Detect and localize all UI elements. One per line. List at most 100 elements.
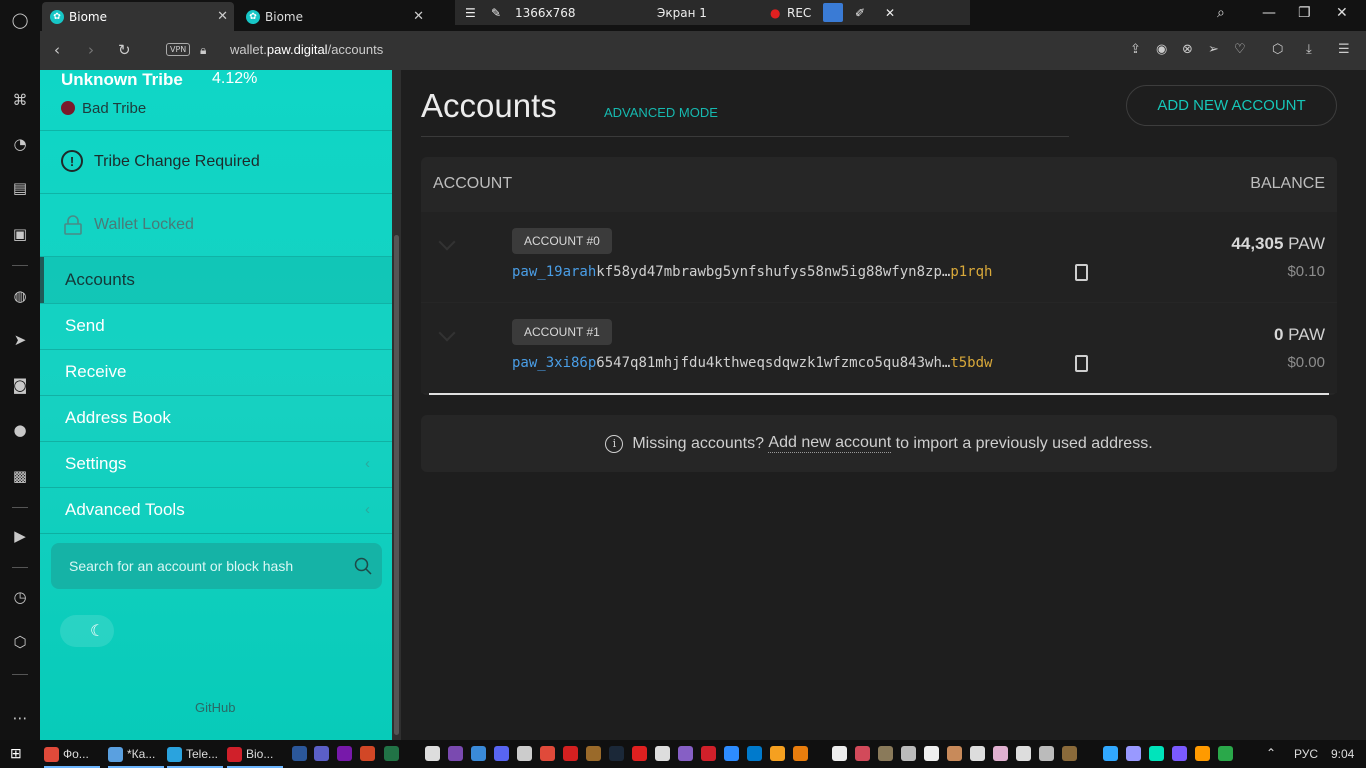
sidebar-item-accounts[interactable]: Accounts xyxy=(40,257,392,303)
after-effects-icon[interactable] xyxy=(1126,746,1141,761)
discord-icon[interactable]: ▩ xyxy=(10,466,30,486)
sidebar-item-address-book[interactable]: Address Book xyxy=(40,395,392,441)
copy-icon[interactable] xyxy=(1075,264,1088,281)
app-icon[interactable] xyxy=(878,746,893,761)
taskbar-app[interactable]: Bio... xyxy=(227,744,283,768)
close-tab-icon[interactable]: ✕ xyxy=(413,9,424,24)
advanced-mode-link[interactable]: ADVANCED MODE xyxy=(604,105,718,120)
app-icon[interactable] xyxy=(924,746,939,761)
copy-icon[interactable] xyxy=(1075,355,1088,372)
player-icon[interactable]: ▶ xyxy=(10,526,30,546)
taskbar-app[interactable]: Фо... xyxy=(44,744,100,768)
blender-icon[interactable] xyxy=(793,746,808,761)
theme-toggle[interactable]: ☾ xyxy=(60,615,114,647)
sidebar-item-advanced-tools[interactable]: Advanced Tools ‹ xyxy=(40,487,392,533)
workspace-icon[interactable]: ▤ xyxy=(10,178,30,198)
app-icon[interactable] xyxy=(517,746,532,761)
app-icon[interactable] xyxy=(1218,746,1233,761)
settings-sliders-icon[interactable]: ☰ xyxy=(1338,42,1350,57)
menu-icon[interactable]: ☰ xyxy=(465,6,476,20)
powerpoint-icon[interactable] xyxy=(360,746,375,761)
close-icon[interactable]: ✕ xyxy=(885,6,895,20)
pen-icon[interactable]: ✐ xyxy=(855,6,865,20)
tab-biome-1[interactable]: ✿ Biome ✕ xyxy=(42,2,234,31)
search-tabs-icon[interactable]: ⌕ xyxy=(1217,5,1225,21)
discord-icon[interactable] xyxy=(494,746,509,761)
taskbar-app[interactable]: Tele... xyxy=(167,744,223,768)
taskbar-app[interactable]: *Ка... xyxy=(108,744,164,768)
photoshop-icon[interactable] xyxy=(1103,746,1118,761)
pin-icon[interactable]: ✎ xyxy=(491,6,501,20)
app-icon[interactable] xyxy=(1062,746,1077,761)
app-icon[interactable] xyxy=(655,746,670,761)
tab-biome-2[interactable]: ✿ Biome ✕ xyxy=(238,2,430,31)
media-encoder-icon[interactable] xyxy=(1172,746,1187,761)
app-icon[interactable] xyxy=(632,746,647,761)
app-icon[interactable] xyxy=(993,746,1008,761)
sidebar-item-receive[interactable]: Receive xyxy=(40,349,392,395)
app-icon[interactable] xyxy=(901,746,916,761)
twitter-icon[interactable]: ● xyxy=(10,420,30,440)
opera-icon[interactable] xyxy=(701,746,716,761)
close-window-icon[interactable]: ✕ xyxy=(1336,5,1348,21)
app-icon[interactable] xyxy=(425,746,440,761)
recorder-rec-label[interactable]: REC xyxy=(787,6,811,20)
app-icon[interactable] xyxy=(1039,746,1054,761)
onenote-icon[interactable] xyxy=(337,746,352,761)
account-address[interactable]: paw_3xi86p6547q81mhjfdu4kthweqsdqwzk1wfz… xyxy=(512,355,992,371)
account-address[interactable]: paw_19arahkf58yd47mbrawbg5ynfshufys58nw5… xyxy=(512,264,992,280)
sidebar-item-settings[interactable]: Settings ‹ xyxy=(40,441,392,487)
zoom-icon[interactable] xyxy=(724,746,739,761)
language-indicator[interactable]: РУС xyxy=(1294,747,1318,761)
share-icon[interactable]: ⇪ xyxy=(1130,42,1141,57)
app-icon[interactable] xyxy=(586,746,601,761)
audition-icon[interactable] xyxy=(1149,746,1164,761)
search-input[interactable] xyxy=(51,543,341,589)
vpn-badge[interactable]: VPN xyxy=(166,43,191,56)
search-icon[interactable] xyxy=(354,557,372,575)
add-new-account-link[interactable]: Add new account xyxy=(768,434,892,453)
account-row[interactable]: ACCOUNT #0 paw_19arahkf58yd47mbrawbg5ynf… xyxy=(421,212,1337,302)
telegram-icon[interactable]: ➤ xyxy=(10,330,30,350)
account-row[interactable]: ACCOUNT #1 paw_3xi86p6547q81mhjfdu4kthwe… xyxy=(421,303,1337,393)
reload-icon[interactable]: ↻ xyxy=(118,41,131,59)
app-icon[interactable] xyxy=(970,746,985,761)
record-dot-icon[interactable]: ● xyxy=(770,6,780,20)
illustrator-icon[interactable] xyxy=(1195,746,1210,761)
visual-studio-icon[interactable] xyxy=(678,746,693,761)
github-link[interactable]: GitHub xyxy=(195,700,235,715)
opera-logo-icon[interactable]: ◯ xyxy=(10,10,30,30)
url-field[interactable]: wallet.paw.digital/accounts xyxy=(230,42,383,57)
app-icon[interactable] xyxy=(448,746,463,761)
app-icon[interactable] xyxy=(855,746,870,761)
messenger-icon[interactable]: ◍ xyxy=(10,286,30,306)
word-icon[interactable] xyxy=(292,746,307,761)
snapshot-icon[interactable]: ◉ xyxy=(1156,42,1167,57)
chevron-up-icon[interactable]: ⌃ xyxy=(1266,746,1276,760)
app-icon[interactable] xyxy=(540,746,555,761)
teams-icon[interactable] xyxy=(314,746,329,761)
extensions-icon[interactable]: ⬡ xyxy=(10,632,30,652)
sidebar-item-send[interactable]: Send xyxy=(40,303,392,349)
minimize-icon[interactable]: — xyxy=(1262,5,1276,21)
send-icon[interactable]: ➢ xyxy=(1208,42,1219,57)
windows-start-icon[interactable]: ⊞ xyxy=(10,745,22,762)
instagram-icon[interactable]: ◙ xyxy=(10,375,30,395)
gamepad-icon[interactable]: ⌘ xyxy=(10,90,30,110)
lock-icon[interactable]: 🔒︎ xyxy=(200,43,206,58)
download-icon[interactable]: ⤓ xyxy=(1306,42,1312,57)
speed-dial-icon[interactable]: ◔ xyxy=(10,134,30,154)
history-icon[interactable]: ◷ xyxy=(10,587,30,607)
heart-icon[interactable]: ♡ xyxy=(1234,42,1246,57)
steam-icon[interactable] xyxy=(609,746,624,761)
app-icon[interactable] xyxy=(770,746,785,761)
adblock-icon[interactable]: ⊗ xyxy=(1182,42,1193,57)
twitch-icon[interactable]: ▣ xyxy=(10,224,30,244)
camera-icon[interactable] xyxy=(823,3,843,22)
clock[interactable]: 9:04 xyxy=(1331,747,1354,761)
scrollbar-thumb[interactable] xyxy=(394,235,399,735)
sidebar-scrollbar[interactable] xyxy=(392,70,401,740)
forward-icon[interactable]: › xyxy=(88,41,94,59)
excel-icon[interactable] xyxy=(384,746,399,761)
app-icon[interactable] xyxy=(471,746,486,761)
